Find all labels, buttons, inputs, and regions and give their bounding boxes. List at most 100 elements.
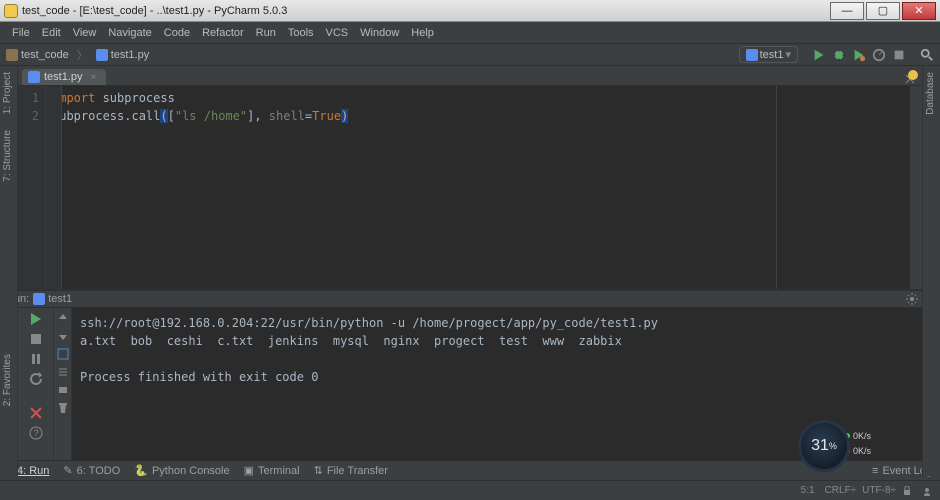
code-text: subprocess [95,91,174,105]
run-subcol [54,308,72,460]
svg-text:?: ? [33,428,38,438]
editor[interactable]: 1 2 import subprocess subprocess.call(["… [18,86,922,290]
editor-tabs: test1.py × [0,66,940,86]
line-gutter: 1 2 [18,86,46,289]
menu-refactor[interactable]: Refactor [196,25,250,41]
line-separator[interactable]: CRLF÷ [825,485,857,496]
window-maximize-button[interactable]: ▢ [866,2,900,20]
run-button[interactable] [812,48,826,62]
chevron-right-icon: 〉 [77,47,88,63]
status-bar: 5:1 CRLF÷ UTF-8÷ [0,480,940,500]
menu-code[interactable]: Code [158,25,196,41]
console-line: a.txt bob ceshi c.txt jenkins mysql ngin… [80,334,622,348]
caret-position[interactable]: 5:1 [801,485,815,496]
tab-ft-label: File Transfer [327,465,388,477]
python-file-icon [96,49,108,61]
editor-scrollbar[interactable] [910,86,922,289]
coverage-button[interactable] [852,48,866,62]
network-speed-overlay[interactable]: 31% [798,420,850,472]
menu-tools[interactable]: Tools [282,25,320,41]
tool-database[interactable]: Database [923,66,938,121]
print-icon[interactable] [57,384,69,396]
console-line: Process finished with exit code 0 [80,370,318,384]
tab-label: test1.py [44,71,83,83]
debug-button[interactable] [832,48,846,62]
hector-icon[interactable] [922,486,932,496]
menu-run[interactable]: Run [250,25,282,41]
stop-button[interactable] [892,48,906,62]
breadcrumb-project[interactable]: test_code [6,49,69,61]
restart-icon[interactable] [29,372,43,386]
profile-button[interactable] [872,48,886,62]
editor-minimap [776,86,910,289]
tool-favorites[interactable]: 2: Favorites [0,348,15,412]
tab-file-transfer[interactable]: ⇅ File Transfer [314,464,388,477]
menu-window[interactable]: Window [354,25,405,41]
code-text: subprocess.call [52,109,160,123]
gear-icon[interactable] [906,293,918,305]
pycharm-app-icon [4,4,18,18]
console-line: ssh://root@192.168.0.204:22/usr/bin/pyth… [80,316,658,330]
stop-icon[interactable] [29,332,43,346]
string-literal: "ls /home" [175,109,247,123]
editor-content[interactable]: import subprocess subprocess.call(["ls /… [46,86,776,289]
run-header-target: test1 [48,293,72,305]
kwarg: shell [269,109,305,123]
tab-python-console[interactable]: 🐍 Python Console [134,464,229,477]
speed-unit: % [829,441,837,451]
intention-bulb-icon[interactable] [908,70,918,80]
pause-icon[interactable] [29,352,43,366]
window-close-button[interactable]: ✕ [902,2,936,20]
trash-icon[interactable] [57,402,69,414]
breadcrumb-file-label: test1.py [111,49,150,61]
line-number: 2 [18,107,39,125]
window-title: test_code - [E:\test_code] - ..\test1.py… [22,5,287,17]
code-text: , [254,109,268,123]
menu-file[interactable]: File [6,25,36,41]
breadcrumb-project-label: test_code [21,49,69,61]
nav-toolbar: test_code 〉 test1.py test1 ▾ [0,44,940,66]
literal: True [312,109,341,123]
folder-icon [6,49,18,61]
rerun-icon[interactable] [29,312,43,326]
run-config-label: test1 [760,49,784,61]
upload-speed: 0K/s [853,431,871,441]
speed-percent: 31 [811,437,829,455]
tool-project[interactable]: 1: Project [0,66,15,120]
menu-view[interactable]: View [67,25,103,41]
python-file-icon [28,71,40,83]
left-tool-stripe: 1: Project 7: Structure 2: Favorites [0,66,18,476]
menu-navigate[interactable]: Navigate [102,25,157,41]
tab-test1[interactable]: test1.py × [22,69,106,85]
file-encoding[interactable]: UTF-8÷ [862,485,896,496]
python-file-icon [746,49,758,61]
menu-edit[interactable]: Edit [36,25,67,41]
close-tab-icon[interactable]: × [91,72,97,83]
paren: ( [160,109,167,123]
menu-vcs[interactable]: VCS [320,25,355,41]
console-output[interactable]: ssh://root@192.168.0.204:22/usr/bin/pyth… [72,308,922,460]
run-tool-window: ? ssh://root@192.168.0.204:22/usr/bin/py… [18,308,922,460]
down-icon[interactable] [57,330,69,342]
up-icon[interactable] [57,312,69,324]
tab-run-label: 4: Run [17,465,49,477]
network-speed-readout: 0K/s 0K/s [844,426,886,470]
run-side-toolbar: ? [18,308,54,460]
scroll-to-end-icon[interactable] [57,366,69,378]
main-menu: File Edit View Navigate Code Refactor Ru… [0,22,940,44]
help-icon[interactable]: ? [29,426,43,440]
soft-wrap-icon[interactable] [57,348,69,360]
tab-todo[interactable]: ✎ 6: TODO [63,464,120,477]
tab-terminal[interactable]: ▣ Terminal [244,464,300,477]
tool-structure[interactable]: 7: Structure [0,124,15,188]
run-config-selector[interactable]: test1 ▾ [739,46,798,63]
menu-help[interactable]: Help [405,25,440,41]
close-icon[interactable] [29,406,43,420]
tab-todo-label: 6: TODO [77,465,121,477]
breadcrumb-file[interactable]: test1.py [96,49,150,61]
right-tool-stripe: Database [922,66,940,476]
lock-icon[interactable] [902,486,912,496]
window-minimize-button[interactable]: — [830,2,864,20]
line-number: 1 [18,89,39,107]
find-action-button[interactable] [920,48,934,62]
